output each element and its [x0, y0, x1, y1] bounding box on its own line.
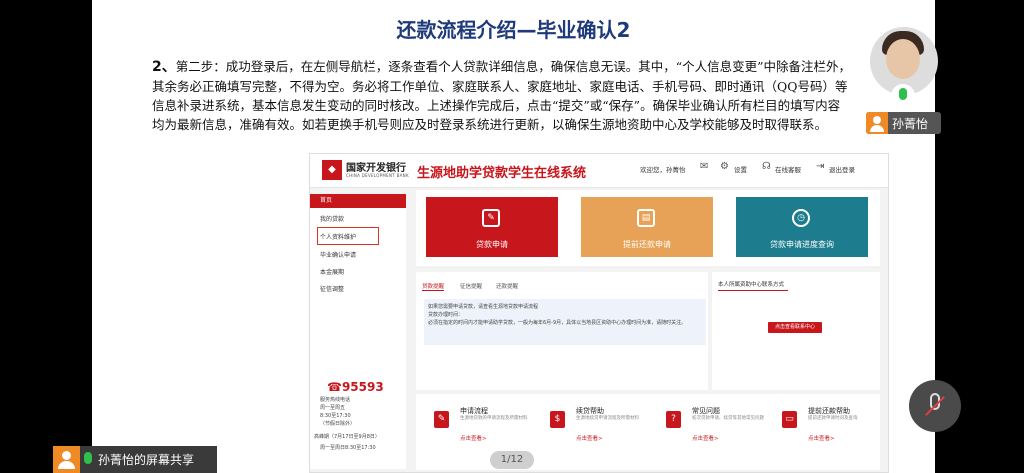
system-name: 生源地助学贷款学生在线系统	[417, 166, 587, 181]
card-early-repay[interactable]: ▤ 提前还款申请	[581, 197, 713, 257]
avatar	[866, 112, 888, 134]
welcome-text: 欢迎您，孙菁怡	[640, 166, 686, 174]
hotline-line: 高峰期（7月17日至9月8日）	[314, 434, 380, 440]
participant-face	[886, 39, 920, 79]
coins-icon: $	[550, 411, 565, 428]
help-item-apply-flow[interactable]: ✎ 申请流程 生源地贷款的申请流程及所需材料 点击查看>	[434, 402, 546, 452]
paragraph-number: 2、	[152, 59, 176, 75]
hotline-phone: ☎95593	[327, 380, 384, 394]
help-desc: 生源地续贷申请流程及所需材料	[576, 416, 639, 421]
logout-link[interactable]: 退出登录	[829, 164, 855, 174]
paragraph-text: 第二步：成功登录后，在左侧导航栏，逐条查看个人贷款详细信息，确保信息无误。其中，…	[152, 59, 852, 132]
sidebar-item-graduation[interactable]: 毕业确认申请	[320, 250, 356, 259]
hotline-line: 8:30至17:30	[320, 413, 351, 419]
question-icon: ?	[666, 411, 681, 428]
help-title: 常见问题	[692, 407, 720, 415]
clock-icon: ◷	[792, 209, 810, 227]
help-more-link[interactable]: 点击查看>	[576, 434, 603, 442]
gear-icon[interactable]: ⚙	[720, 161, 729, 172]
logout-icon[interactable]: ⇥	[816, 161, 824, 172]
contact-divider	[718, 290, 788, 291]
card-label: 贷款申请	[476, 240, 508, 249]
screen-share-text: 孙菁怡的屏幕共享	[98, 453, 195, 467]
hotline-line: 周一至周日8:30至17:30	[320, 445, 376, 451]
sidebar-item-extension[interactable]: 本金展期	[320, 267, 344, 276]
help-more-link[interactable]: 点击查看>	[460, 434, 487, 442]
help-desc: 初次贷款申请、续贷等其他常见问题	[692, 416, 764, 421]
sidebar-home-label: 首页	[320, 197, 333, 204]
sidebar-item-profile[interactable]: 个人资料维护	[320, 232, 356, 241]
slide-title: 还款流程介绍—毕业确认2	[396, 18, 631, 42]
mail-icon[interactable]: ✉	[700, 161, 708, 172]
notice-line: 如果您需要申请贷款，请查看生源地贷款申请流程	[428, 304, 539, 310]
headset-icon[interactable]: ☊	[762, 161, 771, 172]
edit-doc-icon: ✎	[482, 209, 500, 227]
contact-center-button[interactable]: 点击查看联系中心	[768, 322, 822, 333]
card-loan-apply[interactable]: ✎ 贷款申请	[426, 197, 558, 257]
help-item-faq[interactable]: ? 常见问题 初次贷款申请、续贷等其他常见问题 点击查看>	[666, 402, 778, 452]
form-icon: ▤	[637, 209, 655, 227]
hotline-line: （节假日除外）	[320, 421, 356, 427]
participant-name: 孙菁怡	[892, 117, 929, 131]
mute-button[interactable]	[909, 380, 961, 432]
sidebar-item-my-loan[interactable]: 我的贷款	[320, 214, 344, 223]
notice-line: 贷款办理时间：	[428, 312, 464, 318]
sidebar-item-home[interactable]: 首页	[310, 194, 406, 208]
slide-paragraph: 2、第二步：成功登录后，在左侧导航栏，逐条查看个人贷款详细信息，确保信息无误。其…	[152, 57, 852, 134]
online-service-link[interactable]: 在线客服	[775, 164, 801, 174]
page-indicator[interactable]: 1/12	[490, 451, 534, 469]
bank-name-en: CHINA DEVELOPMENT BANK	[346, 173, 409, 178]
help-more-link[interactable]: 点击查看>	[692, 434, 719, 442]
edit-icon: ✎	[434, 411, 449, 428]
bank-logo-icon: ◆	[322, 160, 342, 180]
help-more-link[interactable]: 点击查看>	[808, 434, 835, 442]
mic-icon	[84, 452, 92, 464]
notice-line: 必须在指定的时间内才能申请助学贷款，一般为每年6月-9月，具体以当地县区资助中心…	[428, 320, 687, 326]
help-desc: 提前还款申请时间及查询	[808, 416, 858, 421]
hotline-line: 服务热线电话	[320, 397, 351, 403]
settings-link[interactable]: 设置	[734, 164, 747, 174]
notice-box: 如果您需要申请贷款，请查看生源地贷款申请流程 贷款办理时间： 必须在指定的时间内…	[424, 299, 706, 345]
presentation-slide: 还款流程介绍—毕业确认2 2、第二步：成功登录后，在左侧导航栏，逐条查看个人贷款…	[92, 0, 935, 473]
participant-name-tag: 孙菁怡	[866, 112, 941, 134]
hotline-line: 周一至周五	[320, 405, 346, 411]
help-item-renewal[interactable]: $ 续贷帮助 生源地续贷申请流程及所需材料 点击查看>	[550, 402, 662, 452]
help-title: 续贷帮助	[576, 407, 604, 415]
card-label: 提前还款申请	[623, 240, 671, 249]
sidebar-item-credit[interactable]: 征信调整	[320, 284, 344, 293]
embedded-screenshot: ◆ 国家开发银行 CHINA DEVELOPMENT BANK 生源地助学贷款学…	[309, 153, 889, 473]
contact-title: 本人所属资助中心联系方式	[718, 282, 785, 288]
participant-mic-icon	[891, 84, 915, 108]
tab-loan-reminder[interactable]: 贷款提醒	[422, 282, 445, 291]
avatar	[53, 446, 80, 473]
help-desc: 生源地贷款的申请流程及所需材料	[460, 416, 528, 421]
tab-repay-reminder[interactable]: 还款提醒	[496, 282, 518, 290]
card-progress-query[interactable]: ◷ 贷款申请进度查询	[736, 197, 868, 257]
help-title: 申请流程	[460, 407, 488, 415]
bank-name: 国家开发银行	[346, 163, 406, 174]
tab-credit-reminder[interactable]: 征信提醒	[460, 282, 482, 290]
screen-share-label: 孙菁怡的屏幕共享	[53, 446, 217, 473]
system-header: ◆ 国家开发银行 CHINA DEVELOPMENT BANK 生源地助学贷款学…	[310, 154, 888, 188]
card-icon: ▭	[782, 411, 797, 428]
help-item-early-repay[interactable]: ▭ 提前还款帮助 提前还款申请时间及查询 点击查看>	[782, 402, 888, 452]
help-title: 提前还款帮助	[808, 407, 850, 415]
card-label: 贷款申请进度查询	[770, 240, 834, 249]
